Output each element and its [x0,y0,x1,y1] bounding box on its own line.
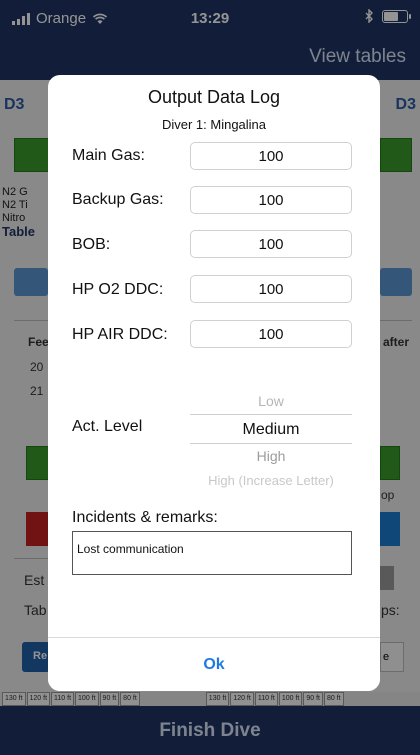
remarks-textarea[interactable]: Lost communication [72,531,352,575]
picker-option-high-increase[interactable]: High (Increase Letter) [190,473,352,488]
hp-o2-ddc-input[interactable] [190,275,352,303]
hp-o2-ddc-label: HP O2 DDC: [72,281,164,298]
remarks-label: Incidents & remarks: [72,509,218,526]
backup-gas-label: Backup Gas: [72,191,164,208]
hp-air-ddc-label: HP AIR DDC: [72,326,168,343]
picker-divider-bottom [190,443,352,444]
main-gas-input[interactable] [190,142,352,170]
bob-label: BOB: [72,236,111,253]
dialog-subtitle: Diver 1: Mingalina [161,117,267,132]
backup-gas-input[interactable] [190,186,352,214]
output-data-log-dialog: Output Data Log Diver 1: Mingalina Main … [48,75,380,691]
picker-option-low[interactable]: Low [190,393,352,409]
bob-input[interactable] [190,230,352,258]
dialog-title: Output Data Log [147,87,281,107]
picker-option-medium[interactable]: Medium [190,421,352,439]
main-gas-label: Main Gas: [72,147,145,164]
ok-button[interactable]: Ok [48,638,380,691]
picker-divider-top [190,414,352,415]
hp-air-ddc-input[interactable] [190,320,352,348]
act-level-label: Act. Level [72,418,143,435]
picker-option-high[interactable]: High [190,448,352,464]
